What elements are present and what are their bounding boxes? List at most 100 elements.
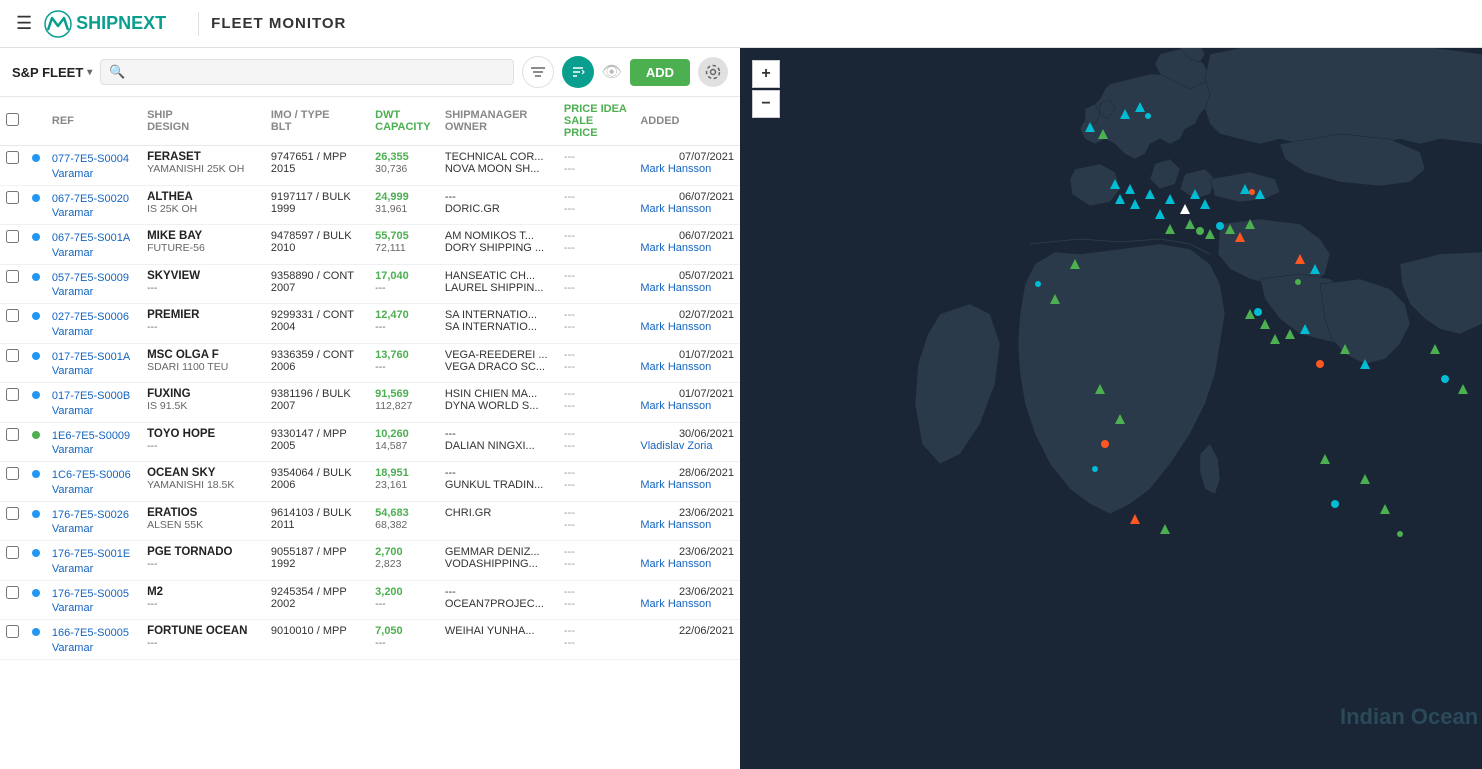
map-controls: + − — [752, 60, 780, 118]
visibility-icon[interactable]: 👁 — [602, 62, 622, 82]
ship-marker[interactable] — [1397, 531, 1403, 537]
status-dot — [32, 391, 40, 399]
added-by-link[interactable]: Mark Hansson — [640, 558, 711, 570]
ref-company-link[interactable]: Varamar — [52, 247, 93, 259]
ship-marker[interactable] — [1254, 308, 1262, 316]
status-dot — [32, 273, 40, 281]
ship-marker[interactable] — [1216, 222, 1224, 230]
sort-button[interactable] — [562, 56, 594, 88]
row-ref-cell: 017-7E5-S000B Varamar — [46, 383, 141, 423]
added-by-link[interactable]: Mark Hansson — [640, 598, 711, 610]
ref-company-link[interactable]: Varamar — [52, 523, 93, 535]
row-checkbox[interactable] — [6, 230, 19, 243]
row-imo-cell: 9336359 / CONT 2006 — [265, 343, 369, 383]
manager-name: --- — [445, 191, 552, 203]
price-idea: --- — [564, 230, 628, 242]
ship-marker[interactable] — [1145, 113, 1151, 119]
added-by-link[interactable]: Mark Hansson — [640, 282, 711, 294]
logo: SHIPNEXT — [44, 10, 166, 38]
ref-company-link[interactable]: Varamar — [52, 484, 93, 496]
added-by-link[interactable]: Mark Hansson — [640, 163, 711, 175]
ship-marker[interactable] — [1092, 466, 1098, 472]
row-checkbox-cell — [0, 185, 26, 225]
zoom-out-button[interactable]: − — [752, 90, 780, 118]
row-added-cell: 30/06/2021 Vladislav Zoria — [634, 422, 740, 462]
ship-marker[interactable] — [1101, 440, 1109, 448]
row-imo-cell: 9330147 / MPP 2005 — [265, 422, 369, 462]
row-checkbox[interactable] — [6, 586, 19, 599]
row-checkbox[interactable] — [6, 191, 19, 204]
settings-button[interactable] — [698, 57, 728, 87]
capacity-value: --- — [375, 361, 433, 373]
row-dwt-cell: 7,050 --- — [369, 620, 439, 660]
added-by-link[interactable]: Mark Hansson — [640, 479, 711, 491]
added-by-link[interactable]: Mark Hansson — [640, 519, 711, 531]
ship-type: SDARI 1100 TEU — [147, 361, 259, 373]
row-dot-cell — [26, 225, 46, 265]
fleet-selector[interactable]: S&P FLEET ▾ — [12, 65, 92, 80]
ref-company-link[interactable]: Varamar — [52, 642, 93, 654]
ref-company-link[interactable]: Varamar — [52, 207, 93, 219]
ship-marker[interactable] — [1035, 281, 1041, 287]
added-by-link[interactable]: Mark Hansson — [640, 321, 711, 333]
row-checkbox[interactable] — [6, 546, 19, 559]
manager-name: CHRI.GR — [445, 507, 552, 519]
ship-marker[interactable] — [1249, 189, 1255, 195]
select-all-checkbox[interactable] — [6, 113, 19, 126]
table-row: 017-7E5-S001A Varamar MSC OLGA F SDARI 1… — [0, 343, 740, 383]
row-checkbox[interactable] — [6, 507, 19, 520]
added-by-link[interactable]: Vladislav Zoria — [640, 440, 712, 452]
row-checkbox[interactable] — [6, 151, 19, 164]
row-checkbox[interactable] — [6, 309, 19, 322]
row-dot-cell — [26, 146, 46, 186]
ref-company-link[interactable]: Varamar — [52, 405, 93, 417]
zoom-in-button[interactable]: + — [752, 60, 780, 88]
owner-name: DALIAN NINGXI... — [445, 440, 552, 452]
capacity-value: --- — [375, 282, 433, 294]
ref-company-link[interactable]: Varamar — [52, 444, 93, 456]
fleet-label: S&P FLEET — [12, 65, 83, 80]
ship-type: ALSEN 55K — [147, 519, 259, 531]
row-added-cell: 28/06/2021 Mark Hansson — [634, 462, 740, 502]
row-checkbox[interactable] — [6, 270, 19, 283]
price-idea: --- — [564, 507, 628, 519]
ship-marker[interactable] — [1316, 360, 1324, 368]
row-checkbox[interactable] — [6, 428, 19, 441]
row-checkbox[interactable] — [6, 625, 19, 638]
ref-company-link[interactable]: Varamar — [52, 365, 93, 377]
table-row: 067-7E5-S0020 Varamar ALTHEA IS 25K OH 9… — [0, 185, 740, 225]
ref-company-link[interactable]: Varamar — [52, 286, 93, 298]
ship-name: PREMIER — [147, 309, 259, 321]
imo-value: 9197117 / BULK — [271, 191, 363, 203]
row-dot-cell — [26, 264, 46, 304]
hamburger-icon[interactable]: ☰ — [16, 13, 32, 34]
capacity-value: 14,587 — [375, 440, 433, 452]
fleet-table-container: REF SHIPDESIGN IMO / TYPEBLT DWTCAPACITY… — [0, 97, 740, 769]
row-added-cell: 02/07/2021 Mark Hansson — [634, 304, 740, 344]
ref-company-link[interactable]: Varamar — [52, 326, 93, 338]
ship-marker[interactable] — [1441, 375, 1449, 383]
row-imo-cell: 9055187 / MPP 1992 — [265, 541, 369, 581]
ship-type: IS 91.5K — [147, 400, 259, 412]
ref-company-link[interactable]: Varamar — [52, 168, 93, 180]
ship-marker[interactable] — [1331, 500, 1339, 508]
imo-value: 9358890 / CONT — [271, 270, 363, 282]
row-checkbox[interactable] — [6, 388, 19, 401]
search-input[interactable] — [126, 65, 505, 80]
ship-type: --- — [147, 598, 259, 610]
row-mgr-cell: HSIN CHIEN MA... DYNA WORLD S... — [439, 383, 558, 423]
add-button[interactable]: ADD — [630, 59, 690, 86]
added-by-link[interactable]: Mark Hansson — [640, 203, 711, 215]
row-checkbox[interactable] — [6, 467, 19, 480]
row-ship-cell: OCEAN SKY YAMANISHI 18.5K — [141, 462, 265, 502]
ref-company-link[interactable]: Varamar — [52, 602, 93, 614]
ship-marker[interactable] — [1196, 227, 1204, 235]
added-by-link[interactable]: Mark Hansson — [640, 242, 711, 254]
filter-button[interactable] — [522, 56, 554, 88]
ship-marker[interactable] — [1295, 279, 1301, 285]
ref-company-link[interactable]: Varamar — [52, 563, 93, 575]
added-by-link[interactable]: Mark Hansson — [640, 400, 711, 412]
added-by-link[interactable]: Mark Hansson — [640, 361, 711, 373]
row-checkbox[interactable] — [6, 349, 19, 362]
row-imo-cell: 9478597 / BULK 2010 — [265, 225, 369, 265]
